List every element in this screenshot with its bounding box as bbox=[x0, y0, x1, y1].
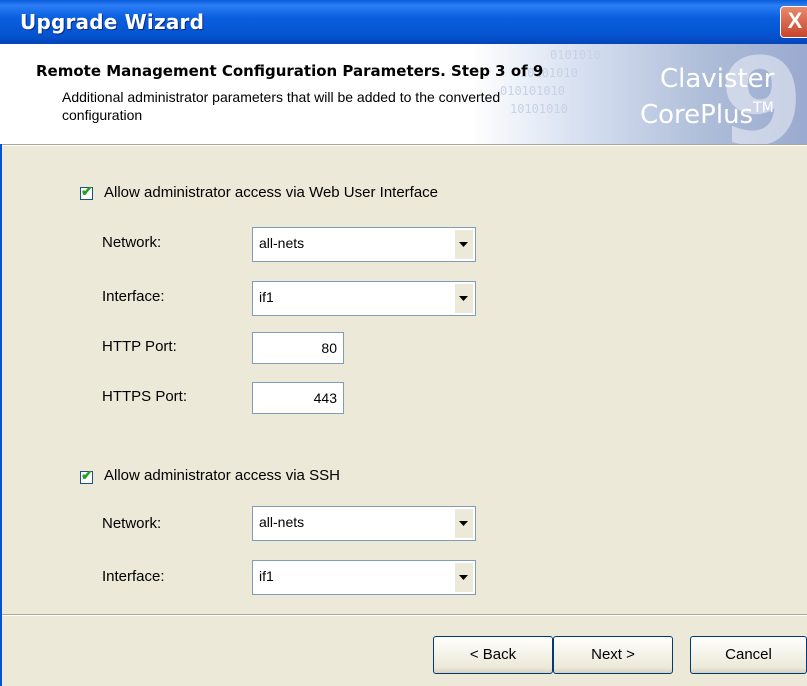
http-port-field[interactable] bbox=[252, 332, 344, 364]
dropdown-arrow-icon[interactable] bbox=[454, 284, 473, 313]
dropdown-arrow-icon[interactable] bbox=[454, 230, 473, 259]
web-interface-select[interactable]: if1 bbox=[252, 281, 476, 316]
title-bar[interactable]: Upgrade Wizard X bbox=[0, 0, 807, 44]
checkmark-icon: ✔ bbox=[81, 467, 93, 483]
window-left-border bbox=[0, 144, 2, 686]
dropdown-arrow-icon[interactable] bbox=[454, 563, 473, 592]
binary-pattern-decoration: 0101010 bbox=[550, 48, 601, 62]
step-title: Remote Management Configuration Paramete… bbox=[36, 62, 544, 80]
checkmark-icon: ✔ bbox=[81, 183, 93, 199]
trademark-symbol: TM bbox=[753, 100, 774, 116]
footer-divider bbox=[0, 614, 807, 616]
upgrade-wizard-window: Upgrade Wizard X 0101010 10101010 010101… bbox=[0, 0, 807, 686]
cancel-button[interactable]: Cancel bbox=[690, 636, 807, 674]
https-port-field[interactable] bbox=[252, 382, 344, 414]
ssh-interface-value: if1 bbox=[259, 568, 274, 584]
close-button[interactable]: X bbox=[780, 6, 807, 38]
next-button[interactable]: Next > bbox=[553, 636, 673, 674]
brand-name-line1: Clavister bbox=[660, 64, 775, 94]
step-description: Additional administrator parameters that… bbox=[62, 89, 501, 123]
close-icon: X bbox=[787, 8, 803, 33]
ssh-access-checkbox[interactable]: ✔ bbox=[80, 467, 93, 484]
dropdown-arrow-icon[interactable] bbox=[454, 509, 473, 538]
web-network-label: Network: bbox=[102, 234, 162, 251]
wizard-header: 0101010 10101010 010101010 10101010 9 Cl… bbox=[0, 44, 807, 144]
web-network-select[interactable]: all-nets bbox=[252, 227, 476, 262]
ssh-network-label: Network: bbox=[102, 515, 162, 532]
brand-name-line2: CorePlusTM bbox=[640, 100, 774, 130]
web-network-value: all-nets bbox=[259, 235, 305, 251]
back-button[interactable]: < Back bbox=[433, 636, 553, 674]
http-port-label: HTTP Port: bbox=[102, 338, 177, 355]
ssh-network-select[interactable]: all-nets bbox=[252, 506, 476, 541]
header-divider bbox=[0, 144, 807, 146]
window-title: Upgrade Wizard bbox=[20, 10, 205, 34]
ssh-interface-select[interactable]: if1 bbox=[252, 560, 476, 595]
https-port-input[interactable] bbox=[253, 383, 343, 413]
web-interface-value: if1 bbox=[259, 289, 274, 305]
brand-name-text: CorePlus bbox=[640, 100, 754, 130]
ssh-access-label[interactable]: Allow administrator access via SSH bbox=[104, 467, 340, 484]
web-interface-label: Interface: bbox=[102, 288, 165, 305]
ssh-interface-label: Interface: bbox=[102, 568, 165, 585]
web-ui-access-label[interactable]: Allow administrator access via Web User … bbox=[104, 184, 438, 201]
ssh-network-value: all-nets bbox=[259, 514, 305, 530]
http-port-input[interactable] bbox=[253, 333, 343, 363]
https-port-label: HTTPS Port: bbox=[102, 388, 188, 405]
web-ui-access-checkbox[interactable]: ✔ bbox=[80, 183, 93, 200]
